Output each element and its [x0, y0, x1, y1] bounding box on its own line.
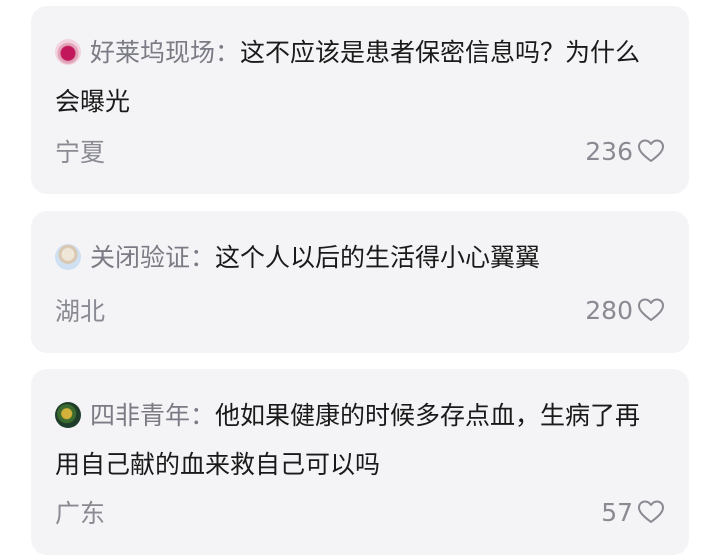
- comment-location: 湖北: [55, 297, 106, 326]
- like-count: 57: [601, 497, 633, 527]
- comment-username[interactable]: 关闭验证：: [90, 243, 215, 272]
- avatar-icon[interactable]: [55, 39, 81, 65]
- avatar-icon[interactable]: [55, 244, 81, 270]
- like-button[interactable]: 280: [585, 296, 665, 325]
- comment-text: 这个人以后的生活得小心翼翼: [215, 243, 541, 272]
- like-count: 280: [585, 295, 633, 325]
- comment-body: 四非青年：他如果健康的时候多存点血，生病了再用自己献的血来救自己可以吗: [55, 369, 665, 489]
- comment-list: 好莱坞现场：这不应该是患者保密信息吗？为什么会曝光 宁夏 236 关闭验证：这个…: [0, 0, 720, 558]
- comment-meta: 湖北 280: [55, 293, 665, 327]
- heart-outline-icon[interactable]: [637, 138, 665, 164]
- comment-card[interactable]: 四非青年：他如果健康的时候多存点血，生病了再用自己献的血来救自己可以吗 广东 5…: [31, 369, 689, 555]
- comment-body: 关闭验证：这个人以后的生活得小心翼翼: [55, 211, 665, 282]
- like-count: 236: [585, 136, 633, 166]
- like-button[interactable]: 236: [585, 137, 665, 166]
- heart-outline-icon[interactable]: [637, 499, 665, 525]
- comment-username[interactable]: 四非青年：: [90, 401, 215, 430]
- heart-outline-icon[interactable]: [637, 297, 665, 323]
- comment-location: 广东: [55, 499, 106, 528]
- comment-location: 宁夏: [55, 138, 106, 167]
- avatar-icon[interactable]: [55, 402, 81, 428]
- comment-meta: 宁夏 236: [55, 134, 665, 168]
- like-button[interactable]: 57: [601, 498, 665, 527]
- comment-card[interactable]: 关闭验证：这个人以后的生活得小心翼翼 湖北 280: [31, 211, 689, 353]
- comment-username[interactable]: 好莱坞现场：: [90, 38, 240, 67]
- comment-meta: 广东 57: [55, 495, 665, 529]
- comment-body: 好莱坞现场：这不应该是患者保密信息吗？为什么会曝光: [55, 6, 665, 126]
- comment-card[interactable]: 好莱坞现场：这不应该是患者保密信息吗？为什么会曝光 宁夏 236: [31, 6, 689, 194]
